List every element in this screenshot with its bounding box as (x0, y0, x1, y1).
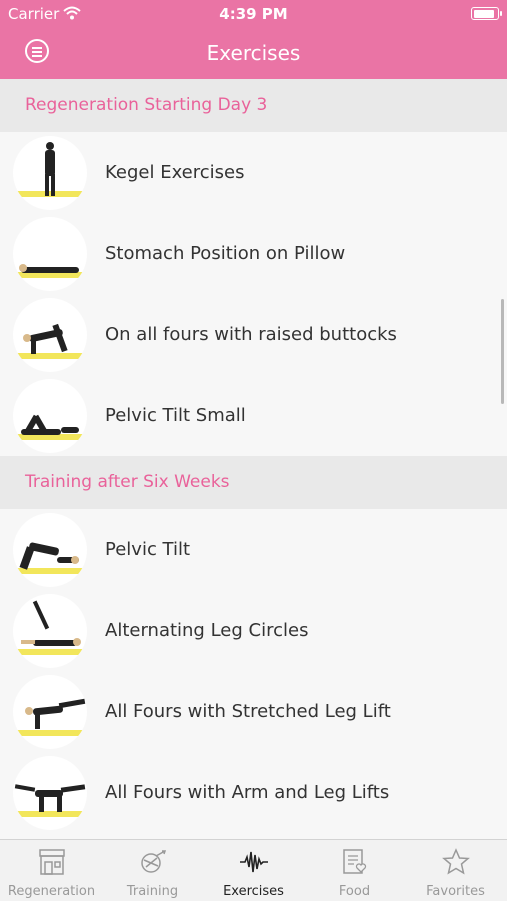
tab-bar: Regeneration Training Exercises Food Fav… (0, 839, 507, 901)
tab-favorites[interactable]: Favorites (405, 840, 506, 901)
tab-label: Regeneration (7, 884, 96, 899)
status-bar: Carrier 4:39 PM (0, 0, 507, 28)
tab-training[interactable]: Training (102, 840, 203, 901)
exercise-list[interactable]: Regeneration Starting Day 3 Kegel Exerci… (0, 79, 507, 839)
tab-label: Food (338, 884, 371, 899)
exercise-thumbnail (13, 513, 87, 587)
exercise-thumbnail (13, 756, 87, 830)
exercise-name: All Fours with Arm and Leg Lifts (105, 782, 390, 803)
tab-label: Exercises (223, 884, 284, 899)
tab-label: Favorites (426, 884, 485, 899)
storefront-icon (39, 849, 65, 875)
battery-icon (471, 7, 502, 20)
list-item[interactable]: All Fours with Arm and Leg Lifts (0, 752, 507, 833)
star-icon (442, 848, 470, 875)
exercise-name: Stomach Position on Pillow (105, 243, 346, 264)
list-item[interactable]: Stomach Position on Pillow (0, 213, 507, 294)
exercise-name: All Fours with Stretched Leg Lift (105, 701, 391, 722)
exercise-thumbnail (13, 136, 87, 210)
list-item[interactable]: On all fours with raised buttocks (0, 294, 507, 375)
exercise-thumbnail (13, 675, 87, 749)
tab-regeneration[interactable]: Regeneration (1, 840, 102, 901)
waveform-icon (240, 851, 268, 873)
page-title: Exercises (206, 41, 301, 65)
exercise-name: On all fours with raised buttocks (105, 324, 397, 345)
exercise-name: Kegel Exercises (105, 162, 245, 183)
exercise-thumbnail (13, 594, 87, 668)
section-header-regeneration: Regeneration Starting Day 3 (0, 79, 507, 132)
training-icon (141, 850, 167, 873)
list-item[interactable]: Pelvic Tilt Small (0, 375, 507, 456)
list-item[interactable]: Kegel Exercises (0, 132, 507, 213)
status-time: 4:39 PM (219, 5, 288, 23)
battery-level (473, 9, 494, 18)
list-item[interactable]: All Fours with Stretched Leg Lift (0, 671, 507, 752)
section-header-training: Training after Six Weeks (0, 456, 507, 509)
tab-label: Training (126, 884, 179, 899)
exercise-name: Pelvic Tilt (105, 539, 191, 560)
scroll-indicator[interactable] (501, 299, 504, 404)
tab-exercises[interactable]: Exercises (203, 840, 304, 901)
navigation-header: Carrier 4:39 PM Exercises (0, 0, 507, 79)
tab-food[interactable]: Food (304, 840, 405, 901)
exercise-thumbnail (13, 379, 87, 453)
exercise-name: Pelvic Tilt Small (105, 405, 246, 426)
exercise-thumbnail (13, 298, 87, 372)
exercise-name: Alternating Leg Circles (105, 620, 309, 641)
list-item[interactable]: Alternating Leg Circles (0, 590, 507, 671)
exercise-thumbnail (13, 217, 87, 291)
list-item[interactable]: Pelvic Tilt (0, 509, 507, 590)
food-note-icon (343, 849, 367, 874)
